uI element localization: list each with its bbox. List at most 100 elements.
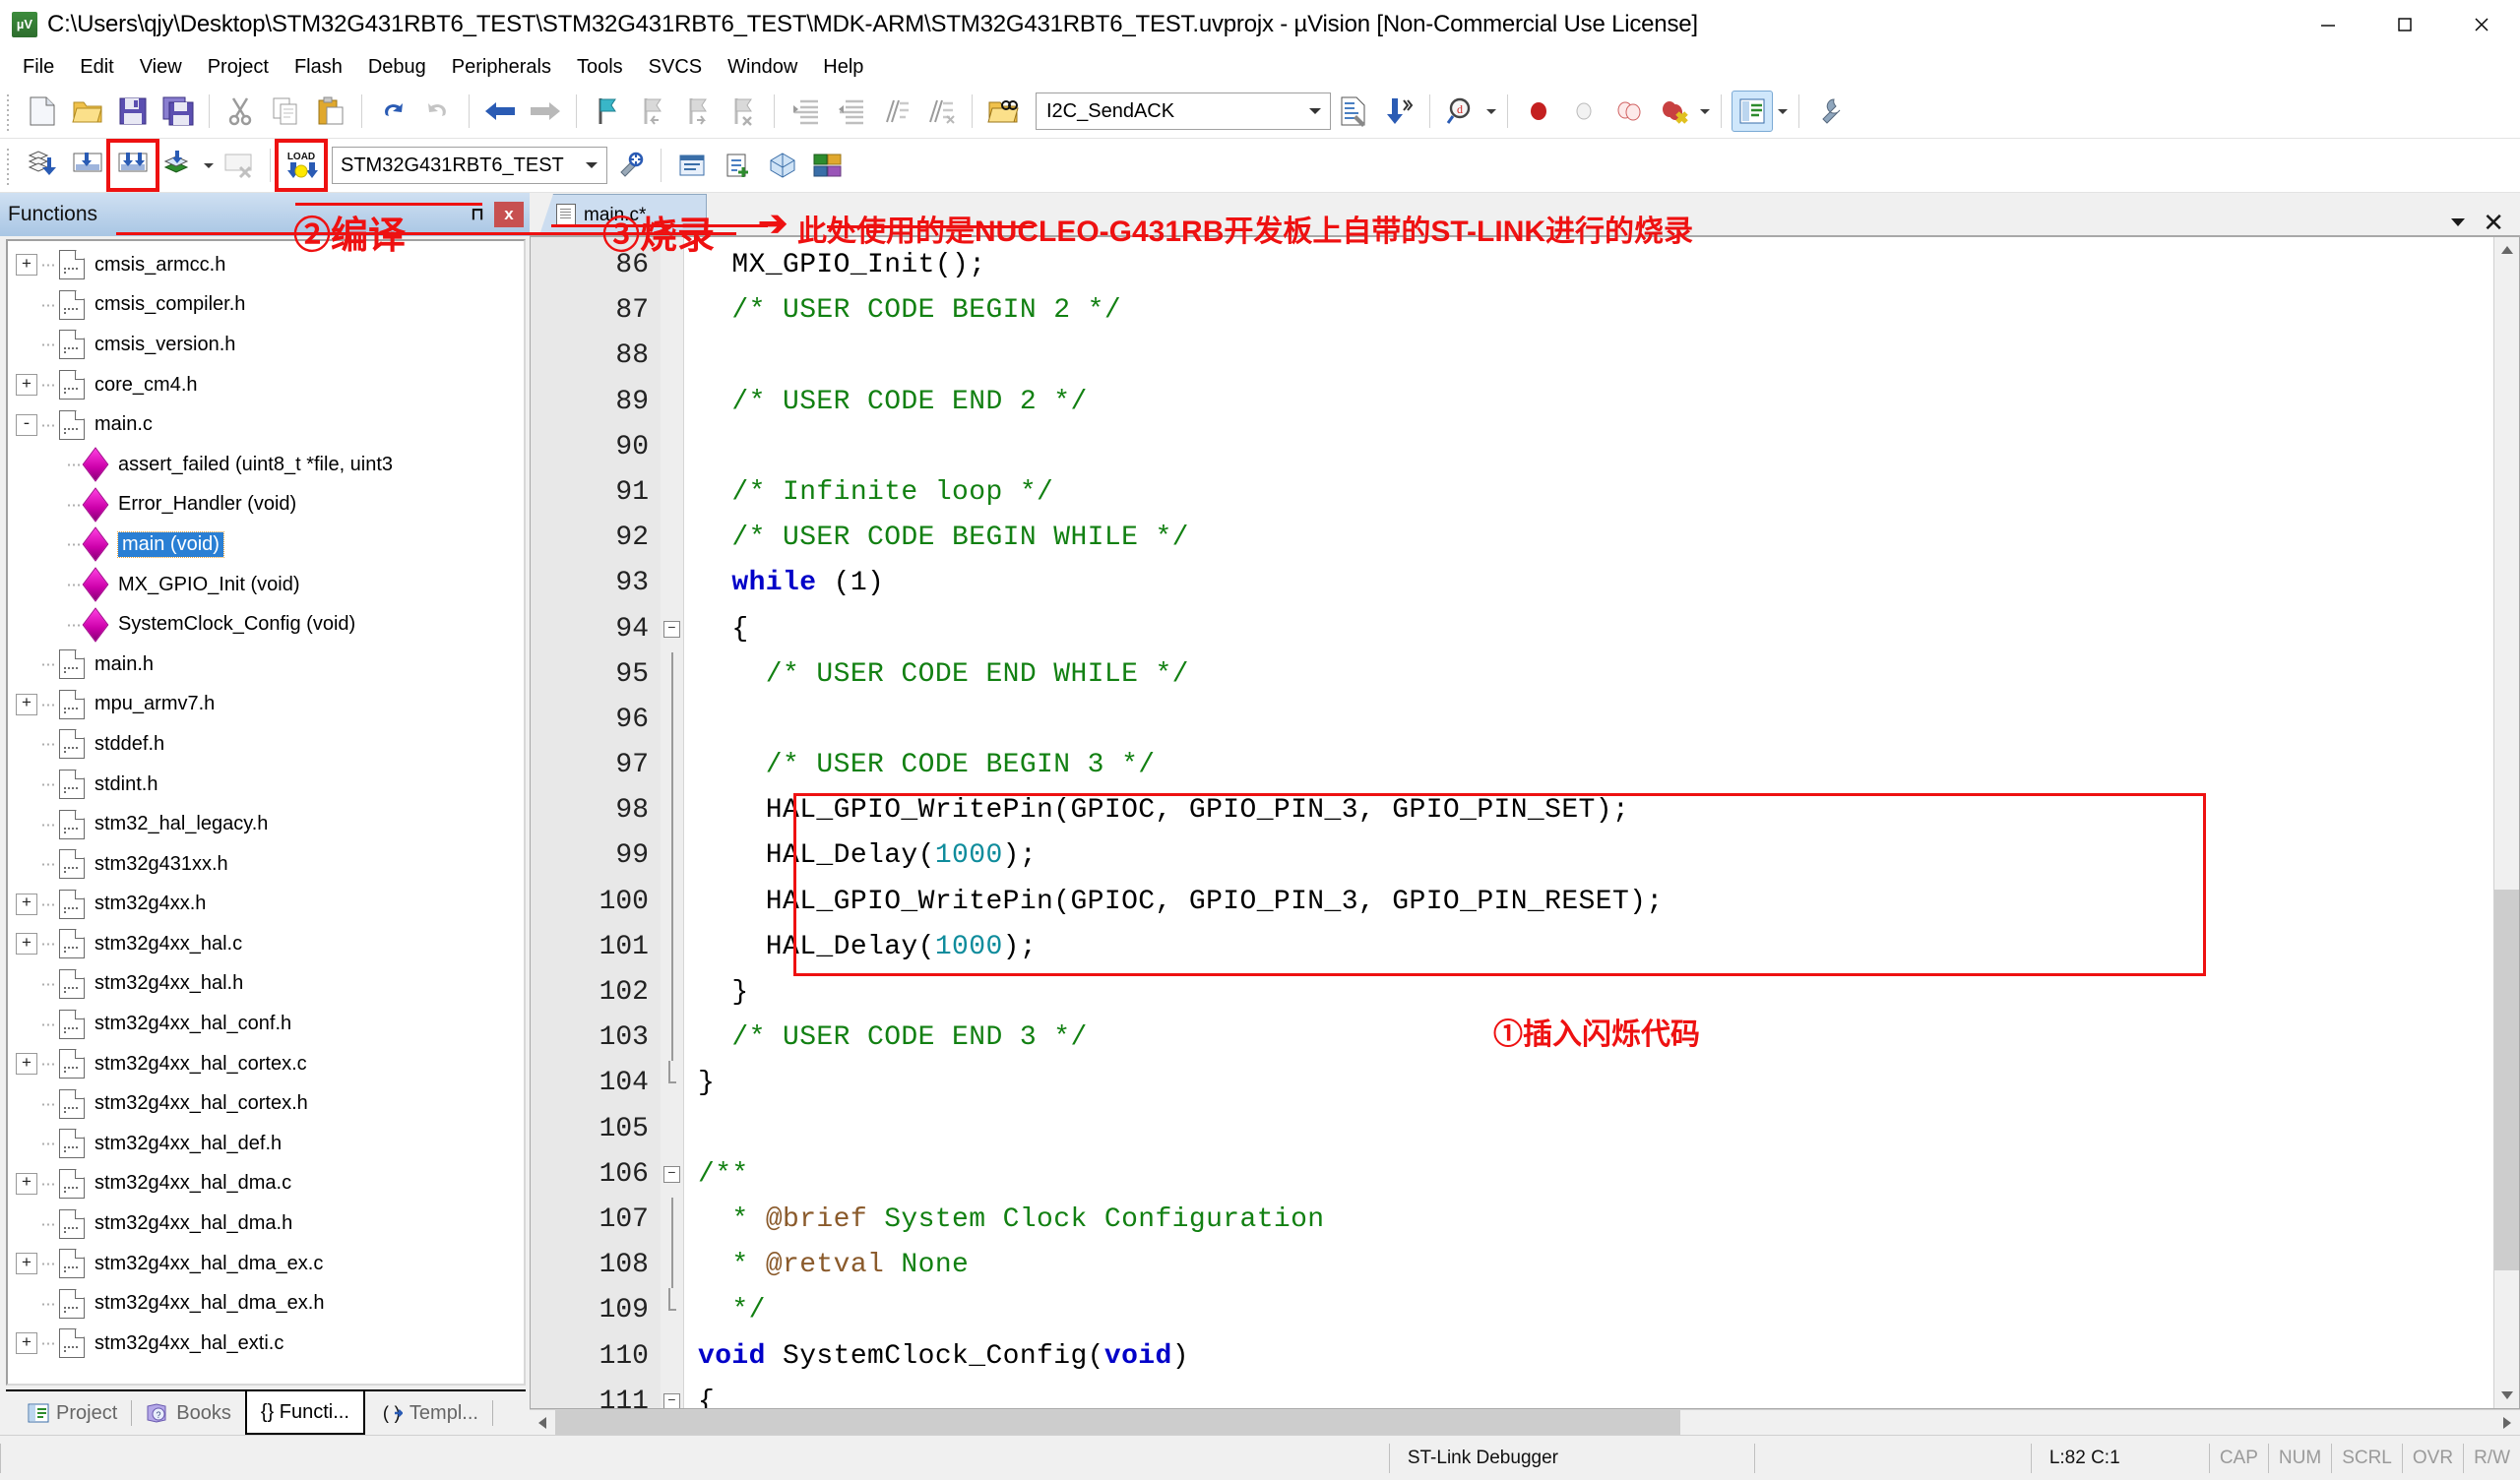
code-editor[interactable]: 86 87 88 89 90 91 92 93 94 95 96 97 98 99 100 101 102 103…	[530, 236, 2520, 1409]
code-line[interactable]	[684, 698, 2493, 743]
batch-build-dropdown-icon[interactable]	[201, 145, 217, 186]
maximize-button[interactable]	[2366, 0, 2443, 49]
code-line[interactable]: * @brief System Clock Configuration	[684, 1198, 2493, 1243]
collapse-icon[interactable]: -	[16, 413, 37, 436]
tree-item[interactable]: + ⋯ stm32g4xx_hal_dma_ex.c	[8, 1244, 524, 1284]
rebuild-all-icon[interactable]	[106, 139, 159, 192]
scroll-down-arrow-icon[interactable]	[2494, 1383, 2519, 1408]
minimize-button[interactable]	[2290, 0, 2366, 49]
tree-item[interactable]: ⋯ stm32_hal_legacy.h	[8, 804, 524, 844]
expand-icon[interactable]: +	[16, 374, 37, 397]
stop-build-icon[interactable]	[219, 145, 260, 186]
expand-icon[interactable]: +	[16, 933, 37, 956]
new-file-icon[interactable]	[22, 91, 63, 132]
expand-icon[interactable]: +	[16, 693, 37, 715]
navigate-forward-icon[interactable]	[525, 91, 566, 132]
tab-project[interactable]: Project	[14, 1391, 131, 1435]
scroll-left-arrow-icon[interactable]	[530, 1410, 555, 1435]
tree-item[interactable]: + ⋯ core_cm4.h	[8, 365, 524, 405]
editor-tabs-dropdown-icon[interactable]	[2451, 218, 2465, 226]
menu-flash[interactable]: Flash	[282, 52, 355, 83]
kill-all-breakpoints-icon[interactable]	[1654, 91, 1695, 132]
bookmark-next-icon[interactable]	[677, 91, 719, 132]
tree-item[interactable]: ⋯ stm32g4xx_hal_dma.h	[8, 1203, 524, 1244]
editor-horizontal-scrollbar[interactable]	[530, 1409, 2520, 1435]
disable-breakpoint-icon[interactable]	[1563, 91, 1605, 132]
code-line[interactable]: /* USER CODE BEGIN WHILE */	[684, 516, 2493, 561]
save-icon[interactable]	[112, 91, 154, 132]
expand-icon[interactable]: +	[16, 1053, 37, 1076]
code-line[interactable]: */	[684, 1288, 2493, 1333]
code-line[interactable]	[684, 1107, 2493, 1152]
tree-item[interactable]: + ⋯ stm32g4xx_hal.c	[8, 924, 524, 964]
tree-item[interactable]: ⋯ cmsis_compiler.h	[8, 285, 524, 326]
cut-icon[interactable]	[220, 91, 261, 132]
fold-marker[interactable]: −	[661, 607, 683, 652]
chevron-down-icon[interactable]	[1300, 93, 1330, 129]
scroll-thumb[interactable]	[2494, 890, 2519, 1271]
tree-item[interactable]: ⋯ stm32g4xx_hal_dma_ex.h	[8, 1283, 524, 1324]
configuration-wizard-icon[interactable]	[1809, 91, 1851, 132]
menu-project[interactable]: Project	[195, 52, 282, 83]
tree-item[interactable]: ⋯ main.h	[8, 645, 524, 685]
tree-item[interactable]: + ⋯ stm32g4xx_hal_cortex.c	[8, 1044, 524, 1084]
code-line[interactable]: /* USER CODE END 2 */	[684, 380, 2493, 425]
code-line[interactable]: {	[684, 1380, 2493, 1408]
manage-project-items-icon[interactable]	[807, 145, 849, 186]
tree-item[interactable]: ⋯ stm32g4xx_hal_def.h	[8, 1124, 524, 1164]
disable-all-breakpoints-icon[interactable]	[1608, 91, 1650, 132]
code-line[interactable]	[684, 334, 2493, 379]
manage-runtime-icon[interactable]	[671, 145, 713, 186]
functions-tree[interactable]: + ⋯ cmsis_armcc.h ⋯ cmsis_compiler.h ⋯ cmsis_v…	[8, 241, 524, 1384]
tree-item[interactable]: + ⋯ stm32g4xx_hal_exti.c	[8, 1324, 524, 1364]
code-line[interactable]: void SystemClock_Config(void)	[684, 1334, 2493, 1380]
tab-functions[interactable]: {} Functi...	[244, 1391, 365, 1435]
menu-svcs[interactable]: SVCS	[636, 52, 715, 83]
code-line[interactable]	[684, 425, 2493, 470]
paste-icon[interactable]	[310, 91, 351, 132]
redo-icon[interactable]	[417, 91, 459, 132]
code-line[interactable]: }	[684, 1061, 2493, 1106]
tree-item[interactable]: ⋯ main (void)	[8, 524, 524, 565]
collapse-icon[interactable]: −	[663, 621, 680, 639]
open-file-icon[interactable]	[67, 91, 108, 132]
pack-installer-icon[interactable]	[762, 145, 803, 186]
bookmark-toggle-icon[interactable]	[587, 91, 628, 132]
code-line[interactable]: HAL_GPIO_WritePin(GPIOC, GPIO_PIN_3, GPI…	[684, 880, 2493, 925]
navigate-back-icon[interactable]	[479, 91, 521, 132]
expand-icon[interactable]: +	[16, 1172, 37, 1195]
comment-icon[interactable]	[875, 91, 916, 132]
tree-item[interactable]: ⋯ stm32g4xx_hal_conf.h	[8, 1004, 524, 1044]
find-icon[interactable]: d	[1440, 91, 1481, 132]
batch-build-icon[interactable]	[158, 145, 199, 186]
menu-edit[interactable]: Edit	[67, 52, 126, 83]
scroll-up-arrow-icon[interactable]	[2494, 237, 2519, 263]
dock-close-icon[interactable]: x	[494, 202, 524, 227]
tree-item[interactable]: - ⋯ main.c	[8, 404, 524, 445]
tree-item[interactable]: ⋯ stm32g4xx_hal.h	[8, 964, 524, 1005]
find-combo[interactable]: I2C_SendACK	[1036, 92, 1331, 130]
bookmark-prev-icon[interactable]	[632, 91, 673, 132]
code-line[interactable]: /* USER CODE END 3 */	[684, 1016, 2493, 1061]
code-line[interactable]: /* USER CODE BEGIN 3 */	[684, 743, 2493, 788]
menu-file[interactable]: File	[10, 52, 67, 83]
project-window-icon[interactable]	[1732, 91, 1773, 132]
code-line[interactable]: HAL_GPIO_WritePin(GPIOC, GPIO_PIN_3, GPI…	[684, 788, 2493, 833]
breakpoints-dropdown-icon[interactable]	[1697, 91, 1713, 132]
menu-help[interactable]: Help	[810, 52, 876, 83]
translate-file-icon[interactable]	[22, 145, 63, 186]
tree-item[interactable]: + ⋯ mpu_armv7.h	[8, 685, 524, 725]
collapse-icon[interactable]: −	[663, 1166, 680, 1184]
tree-item[interactable]: ⋯ cmsis_version.h	[8, 325, 524, 365]
tree-item[interactable]: ⋯ stddef.h	[8, 724, 524, 765]
download-icon[interactable]: LOAD	[275, 139, 328, 192]
tree-item[interactable]: ⋯ MX_GPIO_Init (void)	[8, 565, 524, 605]
fold-marker[interactable]: −	[661, 1152, 683, 1198]
code-folding-column[interactable]: − − −	[661, 237, 684, 1408]
hscroll-thumb[interactable]	[555, 1410, 1680, 1435]
target-options-icon[interactable]	[609, 145, 651, 186]
close-button[interactable]	[2443, 0, 2520, 49]
toolbar-grip[interactable]	[4, 91, 14, 132]
code-line[interactable]: while (1)	[684, 561, 2493, 606]
outdent-icon[interactable]	[830, 91, 871, 132]
